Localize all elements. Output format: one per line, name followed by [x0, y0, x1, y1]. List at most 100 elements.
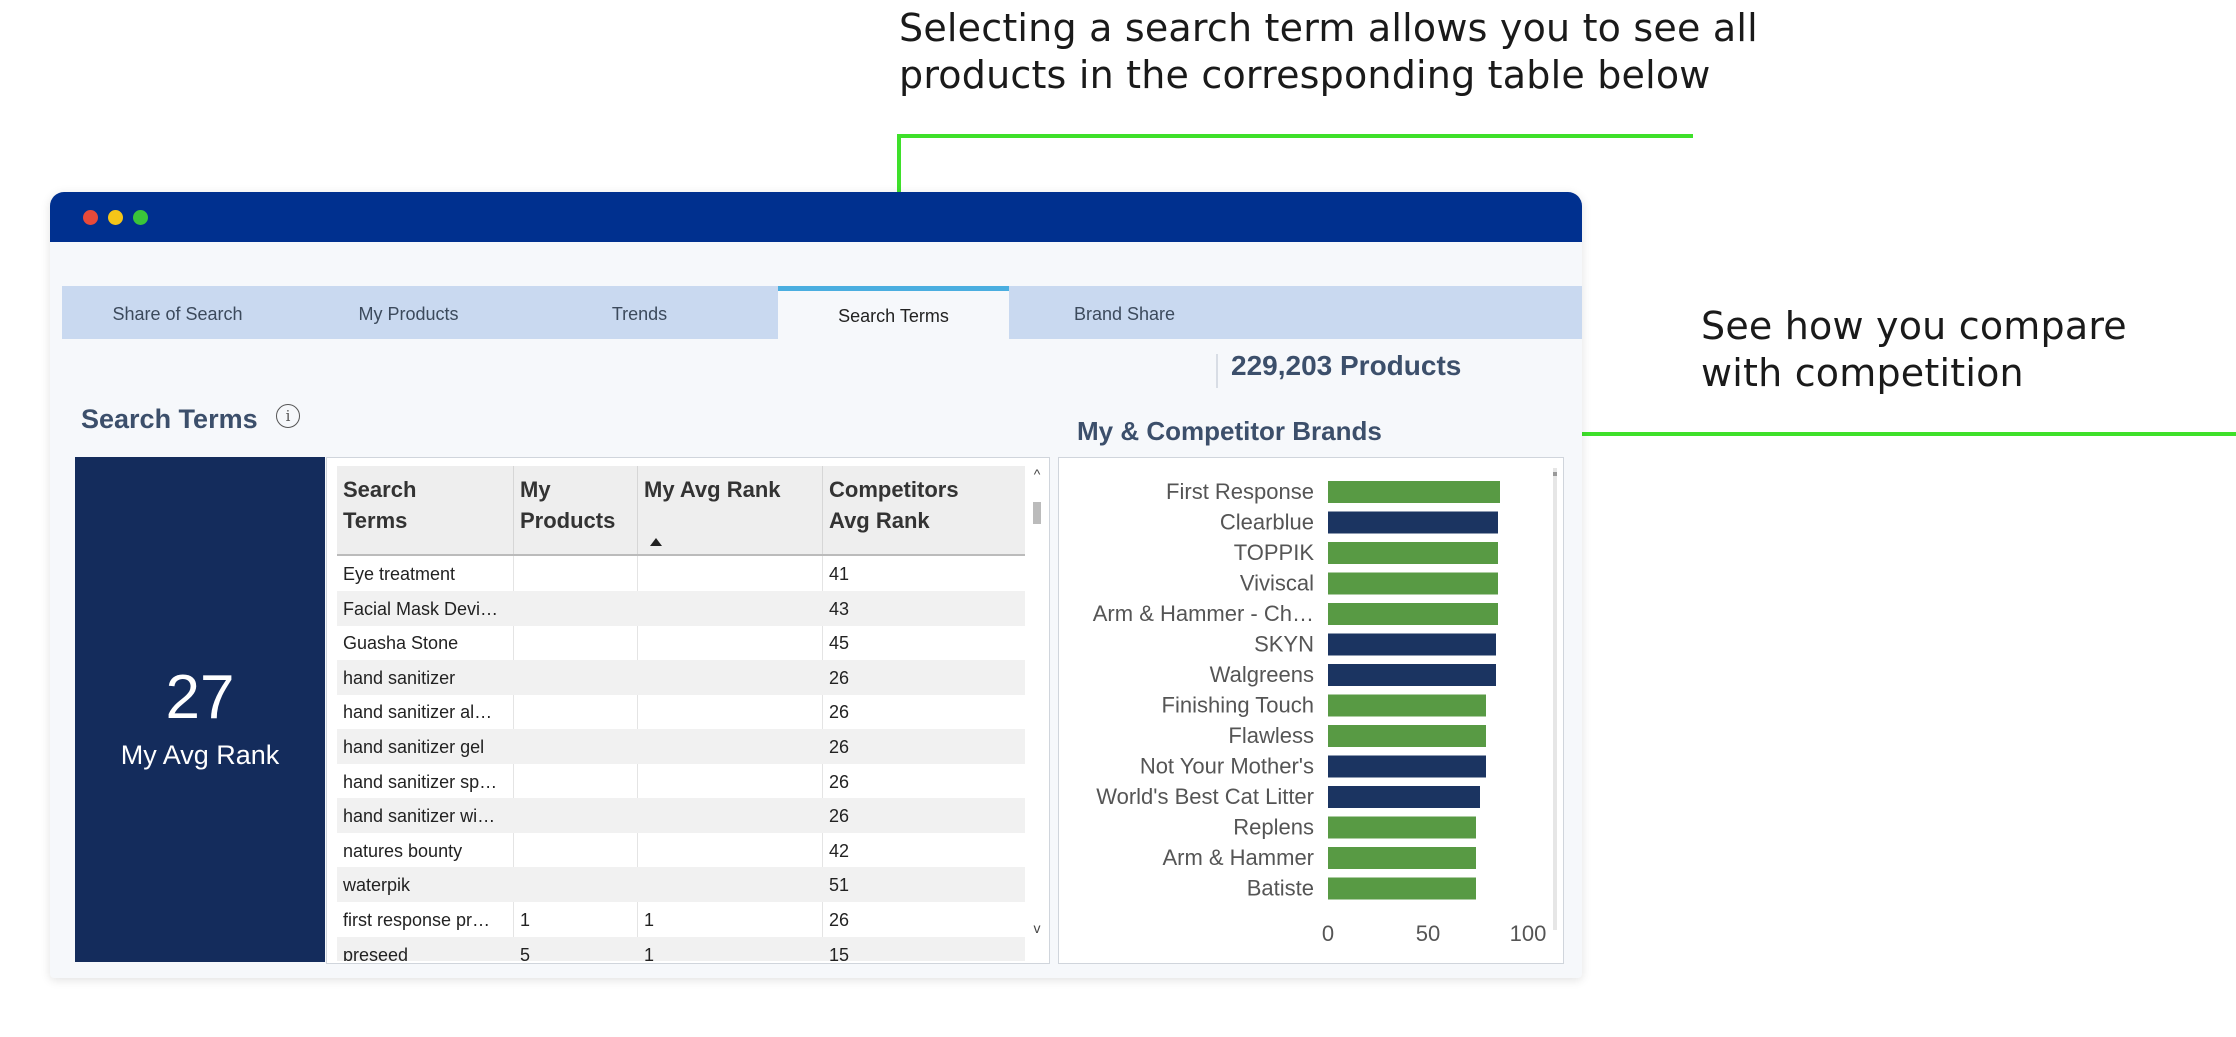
table-cell: first response pr… — [343, 910, 491, 930]
tab-search-terms[interactable]: Search Terms — [778, 286, 1009, 339]
table-row[interactable]: Facial Mask Devi… 43 — [337, 590, 1025, 626]
table-cell: hand sanitizer wi… — [343, 806, 496, 827]
tab-my-products[interactable]: My Products — [293, 286, 524, 339]
table-cell: 26 — [829, 806, 850, 827]
category-label: Flawless — [1228, 723, 1314, 748]
tab-brand-share[interactable]: Brand Share — [1009, 286, 1240, 339]
tab-share-of-search[interactable]: Share of Search — [62, 286, 293, 339]
bar[interactable] — [1328, 542, 1498, 564]
table-scrollbar[interactable]: ^ v — [1029, 466, 1045, 948]
bar[interactable] — [1328, 725, 1486, 747]
table-header: Search Terms My Products My Avg Rank Com… — [337, 466, 1025, 556]
table-row[interactable]: hand sanitizer 26 — [337, 659, 1025, 695]
table-cell: preseed — [343, 944, 409, 961]
bar[interactable] — [1328, 816, 1476, 839]
header-separator — [513, 466, 514, 554]
x-tick-label: 100 — [1510, 921, 1547, 946]
header-competitors-avg-rank[interactable]: Competitors Avg Rank — [829, 474, 959, 536]
table-row[interactable]: hand sanitizer sp… 26 — [337, 764, 1025, 799]
header-my-products-line1: My — [520, 477, 551, 502]
table-cell: 1 — [644, 944, 655, 961]
category-label: World's Best Cat Litter — [1096, 784, 1314, 809]
header-competitors-line2: Avg Rank — [829, 508, 930, 533]
table-cell: Guasha Stone — [343, 633, 459, 654]
bar[interactable] — [1328, 877, 1476, 900]
header-competitors-line1: Competitors — [829, 477, 959, 502]
table-cell: 42 — [829, 840, 850, 861]
search-terms-table: Search Terms My Products My Avg Rank Com… — [326, 457, 1050, 964]
kpi-value: 27 — [165, 663, 235, 732]
bar[interactable] — [1328, 694, 1486, 717]
bar[interactable] — [1328, 511, 1498, 534]
maximize-window-dot[interactable] — [133, 210, 148, 225]
chart-scroll-thumb[interactable] — [1553, 472, 1557, 476]
table-cell: 26 — [829, 737, 850, 757]
category-label: SKYN — [1254, 632, 1314, 657]
sort-ascending-icon[interactable] — [650, 538, 662, 546]
table-cell: waterpik — [343, 875, 411, 896]
category-label: TOPPIK — [1234, 540, 1315, 565]
table-row[interactable]: first response pr… 1 1 26 — [337, 902, 1025, 937]
bar[interactable] — [1328, 786, 1480, 808]
category-label: Arm & Hammer - Ch… — [1093, 601, 1314, 626]
bar[interactable] — [1328, 633, 1496, 656]
scroll-thumb[interactable] — [1033, 502, 1041, 524]
table-row[interactable]: hand sanitizer wi… 26 — [337, 798, 1025, 834]
title-bar — [50, 192, 1582, 242]
table-row[interactable]: natures bounty 42 — [337, 833, 1025, 868]
callout-compare-line2: with competition — [1701, 351, 2024, 395]
table-cell: 26 — [829, 667, 850, 688]
chart-scrollbar[interactable] — [1553, 468, 1557, 930]
table-cell: Eye treatment — [343, 564, 456, 584]
table-cell: Facial Mask Devi… — [343, 598, 499, 619]
bar[interactable] — [1328, 847, 1476, 869]
bar[interactable] — [1328, 572, 1498, 595]
table-cell: 43 — [829, 598, 850, 619]
scroll-up-icon[interactable]: ^ — [1029, 466, 1045, 482]
info-icon[interactable]: i — [276, 404, 300, 428]
table-cell: 45 — [829, 633, 850, 654]
bar[interactable] — [1328, 481, 1500, 503]
close-window-dot[interactable] — [83, 210, 98, 225]
bar[interactable] — [1328, 755, 1486, 778]
category-label: Not Your Mother's — [1140, 754, 1314, 779]
table-row[interactable]: waterpik 51 — [337, 867, 1025, 903]
category-label: Batiste — [1247, 876, 1314, 901]
kpi-label: My Avg Rank — [120, 740, 280, 770]
tab-trends[interactable]: Trends — [524, 286, 755, 339]
table-cell: 26 — [829, 702, 850, 723]
minimize-window-dot[interactable] — [108, 210, 123, 225]
table-row[interactable]: hand sanitizer gel 26 — [337, 729, 1025, 764]
table-cell: hand sanitizer gel — [343, 737, 485, 757]
bar[interactable] — [1328, 664, 1496, 686]
category-label: Viviscal — [1240, 571, 1314, 596]
table-row[interactable]: Guasha Stone 45 — [337, 625, 1025, 660]
kpi-card: 27 My Avg Rank — [75, 457, 325, 962]
x-tick-label: 0 — [1322, 921, 1334, 946]
callout-line-horizontal — [897, 134, 1693, 138]
section-title: Search Terms — [81, 404, 258, 434]
bar[interactable] — [1328, 603, 1498, 625]
category-label: Finishing Touch — [1162, 693, 1314, 718]
table-row[interactable]: Eye treatment 41 — [337, 556, 1025, 591]
table-row[interactable]: hand sanitizer al… 26 — [337, 694, 1025, 729]
header-my-products[interactable]: My Products — [520, 474, 615, 536]
header-my-avg-rank-line1: My Avg Rank — [644, 477, 781, 502]
table-cell: natures bounty — [343, 840, 463, 861]
x-tick-label: 50 — [1416, 921, 1440, 946]
scroll-down-icon[interactable]: v — [1029, 920, 1045, 936]
header-search-terms[interactable]: Search Terms — [343, 474, 416, 536]
header-my-products-line2: Products — [520, 508, 616, 533]
callout-compare-line1: See how you compare — [1701, 304, 2127, 348]
table-row[interactable]: preseed 5 1 15 — [337, 936, 1025, 961]
products-separator — [1216, 354, 1218, 388]
callout-search-term-line2: products in the corresponding table belo… — [899, 53, 1711, 97]
app-window: Share of Search My Products Trends Searc… — [50, 192, 1582, 978]
header-my-avg-rank[interactable]: My Avg Rank — [644, 474, 781, 505]
table-cell: 51 — [829, 875, 850, 896]
category-label: Walgreens — [1210, 662, 1314, 687]
header-search-terms-line2: Terms — [343, 508, 408, 533]
header-separator — [822, 466, 823, 554]
brand-chart-panel: First Response Clearblue TOPPIK Viviscal Arm… — [1058, 457, 1564, 964]
category-label: Clearblue — [1220, 510, 1314, 535]
